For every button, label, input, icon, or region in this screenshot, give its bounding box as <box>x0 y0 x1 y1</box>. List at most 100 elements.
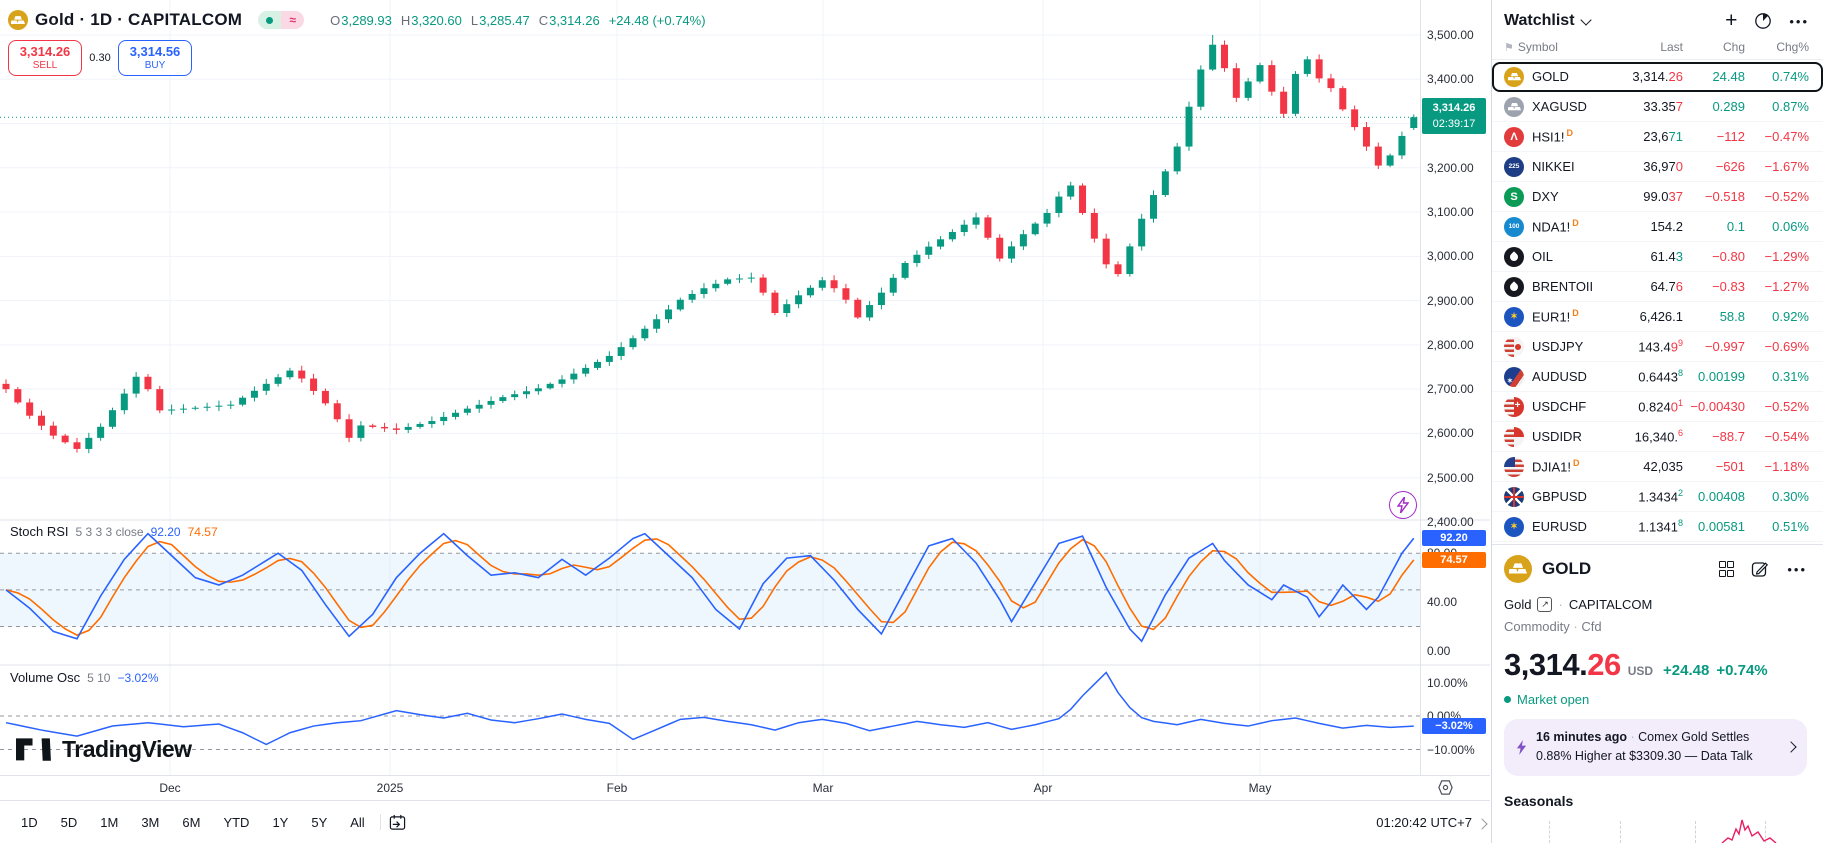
stoch-k-value: 92.20 <box>151 525 181 539</box>
watchlist-row-hsi1[interactable]: ΛHSI1!D23,671−112−0.47% <box>1492 122 1823 152</box>
price-tick: 2,700.00 <box>1427 382 1474 396</box>
stoch-d-value: 74.57 <box>188 525 218 539</box>
lightning-icon <box>1516 740 1527 755</box>
watchlist-row-nda1[interactable]: 100NDA1!D154.20.10.06% <box>1492 212 1823 242</box>
detail-price: 3,314.26 <box>1504 647 1621 683</box>
range-button-1d[interactable]: 1D <box>14 811 45 834</box>
gold-coin-icon <box>8 10 28 30</box>
hsi1-icon: Λ <box>1504 127 1524 147</box>
usdchf-icon <box>1504 397 1524 417</box>
watchlist-row-xagusd[interactable]: XAGUSD33.3570.2890.87% <box>1492 92 1823 122</box>
layout-grid-icon[interactable] <box>1719 561 1733 577</box>
price-tick: 3,200.00 <box>1427 161 1474 175</box>
session-clock[interactable]: 01:20:42 UTC+7 <box>1376 815 1472 830</box>
symbol-title[interactable]: Gold · 1D · CAPITALCOM <box>35 10 242 30</box>
usdjpy-icon <box>1504 337 1524 357</box>
ohlc-change: +24.48 (+0.74%) <box>609 13 706 28</box>
volume-osc-value: −3.02% <box>117 671 158 685</box>
range-button-1m[interactable]: 1M <box>93 811 125 834</box>
market-open-dot-icon <box>1504 696 1511 703</box>
add-symbol-button[interactable]: + <box>1725 14 1737 28</box>
watchlist-row-usdidr[interactable]: USDIDR16,340.6−88.7−0.54% <box>1492 422 1823 452</box>
brentoil-icon <box>1504 277 1524 297</box>
month-label: Dec <box>159 781 180 795</box>
buy-button[interactable]: 3,314.56 BUY <box>118 40 192 76</box>
watchlist-row-gold[interactable]: GOLD3,314.2624.480.74% <box>1492 62 1823 92</box>
watchlist-row-eurusd[interactable]: EURUSD1.134180.005810.51% <box>1492 512 1823 542</box>
flash-trade-button[interactable] <box>1389 491 1417 519</box>
detail-more-button[interactable]: ••• <box>1787 562 1807 577</box>
detail-change-pct: +0.74% <box>1716 662 1767 679</box>
bottom-toolbar: 1D 5D 1M 3M 6M YTD 1Y 5Y All 01:20:42 UTC+7 <box>0 800 1490 843</box>
range-button-ytd[interactable]: YTD <box>216 811 256 834</box>
pie-sector-icon[interactable] <box>1754 12 1772 30</box>
stoch-tick: 40.00 <box>1427 595 1457 609</box>
volume-osc-badge: −3.02% <box>1422 718 1486 734</box>
stoch-rsi-label[interactable]: Stoch RSI 5 3 3 3 close 92.20 74.57 <box>10 524 218 539</box>
watchlist-row-usdjpy[interactable]: USDJPY143.499−0.997−0.69% <box>1492 332 1823 362</box>
market-open-dot-icon <box>258 11 281 29</box>
range-button-1y[interactable]: 1Y <box>265 811 295 834</box>
spread-value: 0.30 <box>82 52 118 64</box>
price-chart-canvas[interactable] <box>0 0 1490 843</box>
dxy-icon: S <box>1504 187 1524 207</box>
current-price: 3,314.26 <box>1422 100 1486 116</box>
symbol-title-row: Gold · 1D · CAPITALCOM ≈ O3,289.93H3,320… <box>8 8 706 32</box>
chevron-down-icon <box>1580 14 1591 25</box>
timezone-icon[interactable] <box>1437 779 1454 796</box>
range-button-5d[interactable]: 5D <box>54 811 85 834</box>
stoch-d-badge: 74.57 <box>1422 552 1486 568</box>
market-status-pill[interactable]: ≈ <box>258 11 304 29</box>
range-button-6m[interactable]: 6M <box>175 811 207 834</box>
watchlist-row-gbpusd[interactable]: GBPUSD1.343420.004080.30% <box>1492 482 1823 512</box>
price-tick: 2,800.00 <box>1427 338 1474 352</box>
detail-change: +24.48 <box>1663 662 1709 679</box>
month-label: Mar <box>813 781 834 795</box>
watchlist-row-audusd[interactable]: AUDUSD0.644380.001990.31% <box>1492 362 1823 392</box>
price-tick: 3,400.00 <box>1427 72 1474 86</box>
sell-button[interactable]: 3,314.26 SELL <box>8 40 82 76</box>
detail-name[interactable]: Gold <box>1504 597 1531 612</box>
chevron-right-icon <box>1785 742 1796 753</box>
sell-price: 3,314.26 <box>20 45 71 60</box>
volume-tick: 10.00% <box>1427 676 1468 690</box>
news-card[interactable]: 16 minutes ago · Comex Gold Settles 0.88… <box>1504 719 1807 776</box>
news-time: 16 minutes ago <box>1536 730 1627 744</box>
price-tick: 2,400.00 <box>1427 515 1474 529</box>
stoch-tick: 0.00 <box>1427 644 1450 658</box>
watchlist-row-nikkei[interactable]: 225NIKKEI36,970−626−1.67% <box>1492 152 1823 182</box>
month-label: Feb <box>607 781 628 795</box>
seasonals-mini-chart <box>1492 813 1823 843</box>
djia1-icon <box>1504 457 1524 477</box>
range-button-5y[interactable]: 5Y <box>304 811 334 834</box>
watchlist-row-oil[interactable]: OIL61.43−0.80−1.29% <box>1492 242 1823 272</box>
chart-region[interactable]: 3,500.003,400.003,200.003,100.003,000.00… <box>0 0 1490 843</box>
seasonals-title[interactable]: Seasonals <box>1504 793 1807 809</box>
watchlist-row-usdchf[interactable]: USDCHF0.82401−0.00430−0.52% <box>1492 392 1823 422</box>
volume-osc-label[interactable]: Volume Osc 5 10 −3.02% <box>10 670 159 685</box>
tradingview-logo[interactable]: TradingView <box>16 736 192 763</box>
month-label: May <box>1249 781 1272 795</box>
range-button-3m[interactable]: 3M <box>134 811 166 834</box>
approx-data-icon: ≈ <box>281 11 304 29</box>
flag-icon[interactable]: ⚑ <box>1504 42 1514 54</box>
current-price-badge: 3,314.26 02:39:17 <box>1422 98 1486 134</box>
go-to-date-icon[interactable] <box>389 814 406 831</box>
watchlist-row-brentoil[interactable]: BRENTOII64.76−0.83−1.27% <box>1492 272 1823 302</box>
watchlist-row-djia1[interactable]: DJIA1!D42,035−501−1.18% <box>1492 452 1823 482</box>
range-button-all[interactable]: All <box>343 811 371 834</box>
eurusd-icon <box>1504 517 1524 537</box>
watchlist-more-button[interactable]: ••• <box>1789 14 1809 29</box>
audusd-icon <box>1504 367 1524 387</box>
watchlist-row-eur1[interactable]: EUR1!D6,426.158.80.92% <box>1492 302 1823 332</box>
external-link-icon[interactable]: ↗ <box>1537 597 1552 612</box>
price-tick: 3,100.00 <box>1427 205 1474 219</box>
right-panel: Watchlist + ••• ⚑Symbol Last Chg Chg% GO… <box>1491 0 1823 843</box>
watchlist-row-dxy[interactable]: SDXY99.037−0.518−0.52% <box>1492 182 1823 212</box>
time-axis[interactable]: Dec2025FebMarAprMay <box>0 775 1490 801</box>
usdidr-icon <box>1504 427 1524 447</box>
watchlist-title[interactable]: Watchlist <box>1504 12 1590 30</box>
symbol-detail-panel: GOLD ••• Gold ↗ · CAPITALCOM Commodity ·… <box>1492 545 1823 809</box>
tradingview-mark-icon <box>16 737 54 763</box>
edit-note-icon[interactable] <box>1751 560 1769 578</box>
